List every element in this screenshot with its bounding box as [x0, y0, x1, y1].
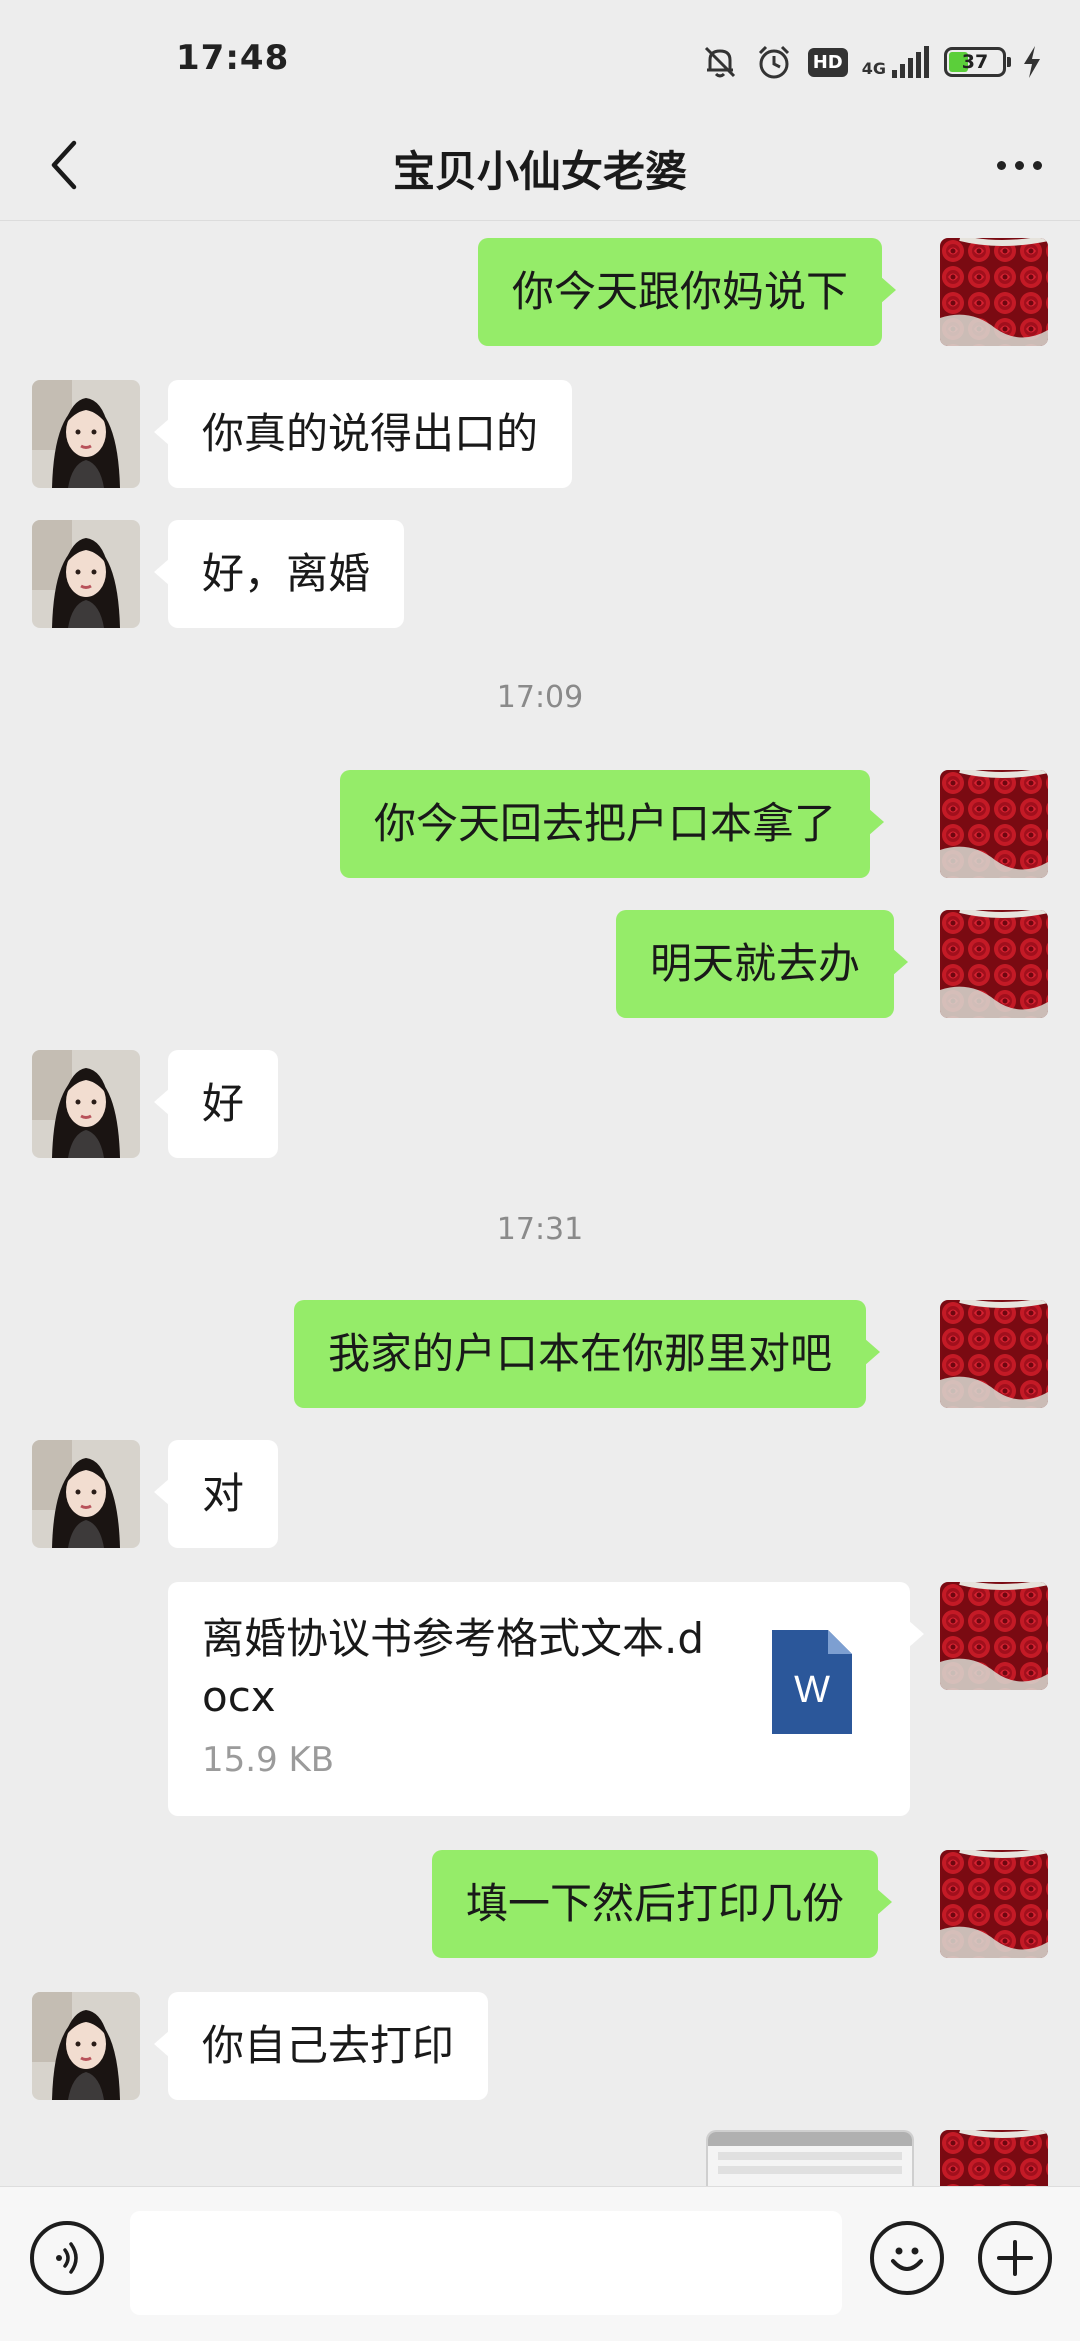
chat-header: 宝贝小仙女老婆 [0, 110, 1080, 220]
chat-title: 宝贝小仙女老婆 [392, 147, 687, 196]
sent-message-bubble[interactable]: 我家的户口本在你那里对吧 [294, 1300, 881, 1408]
plus-button[interactable] [978, 2221, 1052, 2295]
signal-icon: 4G [862, 46, 930, 78]
sent-message-bubble[interactable]: 明天就去办 [616, 910, 909, 1018]
my-avatar[interactable] [940, 238, 1048, 346]
received-message-bubble[interactable]: 你自己去打印 [153, 1992, 489, 2100]
thumb-bar [708, 2132, 912, 2146]
header-divider [0, 220, 1080, 221]
more-dot [996, 160, 1006, 170]
received-message-bubble[interactable]: 你真的说得出口的 [153, 380, 573, 488]
more-button[interactable] [986, 134, 1052, 196]
contact-avatar[interactable] [32, 520, 140, 628]
voice-icon [56, 2242, 78, 2274]
file-size: 15.9 KB [202, 1740, 335, 1780]
more-dot [1032, 160, 1042, 170]
sent-message-bubble[interactable]: 你今天跟你妈说下 [478, 238, 897, 346]
hd-label: HD [807, 47, 848, 77]
emoji-button[interactable] [870, 2221, 944, 2295]
status-icons: HD 4G 37 [700, 40, 1044, 84]
thumb-line [718, 2166, 902, 2174]
sent-message-bubble[interactable]: 你今天回去把户口本拿了 [340, 770, 885, 878]
my-avatar[interactable] [940, 1300, 1048, 1408]
received-message-bubble[interactable]: 好 [153, 1050, 279, 1158]
hd-icon: HD [807, 42, 848, 82]
my-avatar[interactable] [940, 2130, 1048, 2186]
battery-icon: 37 [944, 47, 1011, 77]
voice-button[interactable] [30, 2221, 104, 2295]
file-message-card[interactable]: 离婚协议书参考格式文本.docx 15.9 KB W [168, 1582, 924, 1816]
thumb-line [718, 2152, 902, 2160]
status-time: 17:48 [176, 38, 290, 78]
my-avatar[interactable] [940, 1850, 1048, 1958]
charging-icon [1020, 42, 1044, 82]
alarm-icon [754, 42, 794, 82]
sent-message-bubble[interactable]: 填一下然后打印几份 [432, 1850, 893, 1958]
chat-input-bar [0, 2186, 1080, 2341]
plus-icon [997, 2240, 1033, 2276]
status-bar: 17:48 HD 4G 37 [0, 0, 1080, 120]
my-avatar[interactable] [940, 910, 1048, 1018]
received-message-bubble[interactable]: 对 [153, 1440, 279, 1548]
message-timestamp: 17:31 [496, 1212, 584, 1247]
contact-avatar[interactable] [32, 1050, 140, 1158]
contact-avatar[interactable] [32, 1440, 140, 1548]
word-doc-icon: W [772, 1630, 852, 1734]
battery-level: 37 [961, 51, 989, 73]
more-dot [1014, 160, 1024, 170]
mute-icon [700, 42, 740, 82]
emoji-icon [891, 2247, 923, 2271]
contact-avatar[interactable] [32, 1992, 140, 2100]
message-input[interactable] [130, 2211, 842, 2315]
received-message-bubble[interactable]: 好，离婚 [153, 520, 405, 628]
word-icon-letter: W [794, 1669, 830, 1711]
image-message-thumbnail[interactable] [706, 2130, 914, 2188]
file-name: 离婚协议书参考格式文本.docx [202, 1614, 705, 1721]
contact-avatar[interactable] [32, 380, 140, 488]
network-label: 4G [861, 59, 886, 78]
my-avatar[interactable] [940, 1582, 1048, 1690]
message-timestamp: 17:09 [496, 680, 584, 715]
my-avatar[interactable] [940, 770, 1048, 878]
